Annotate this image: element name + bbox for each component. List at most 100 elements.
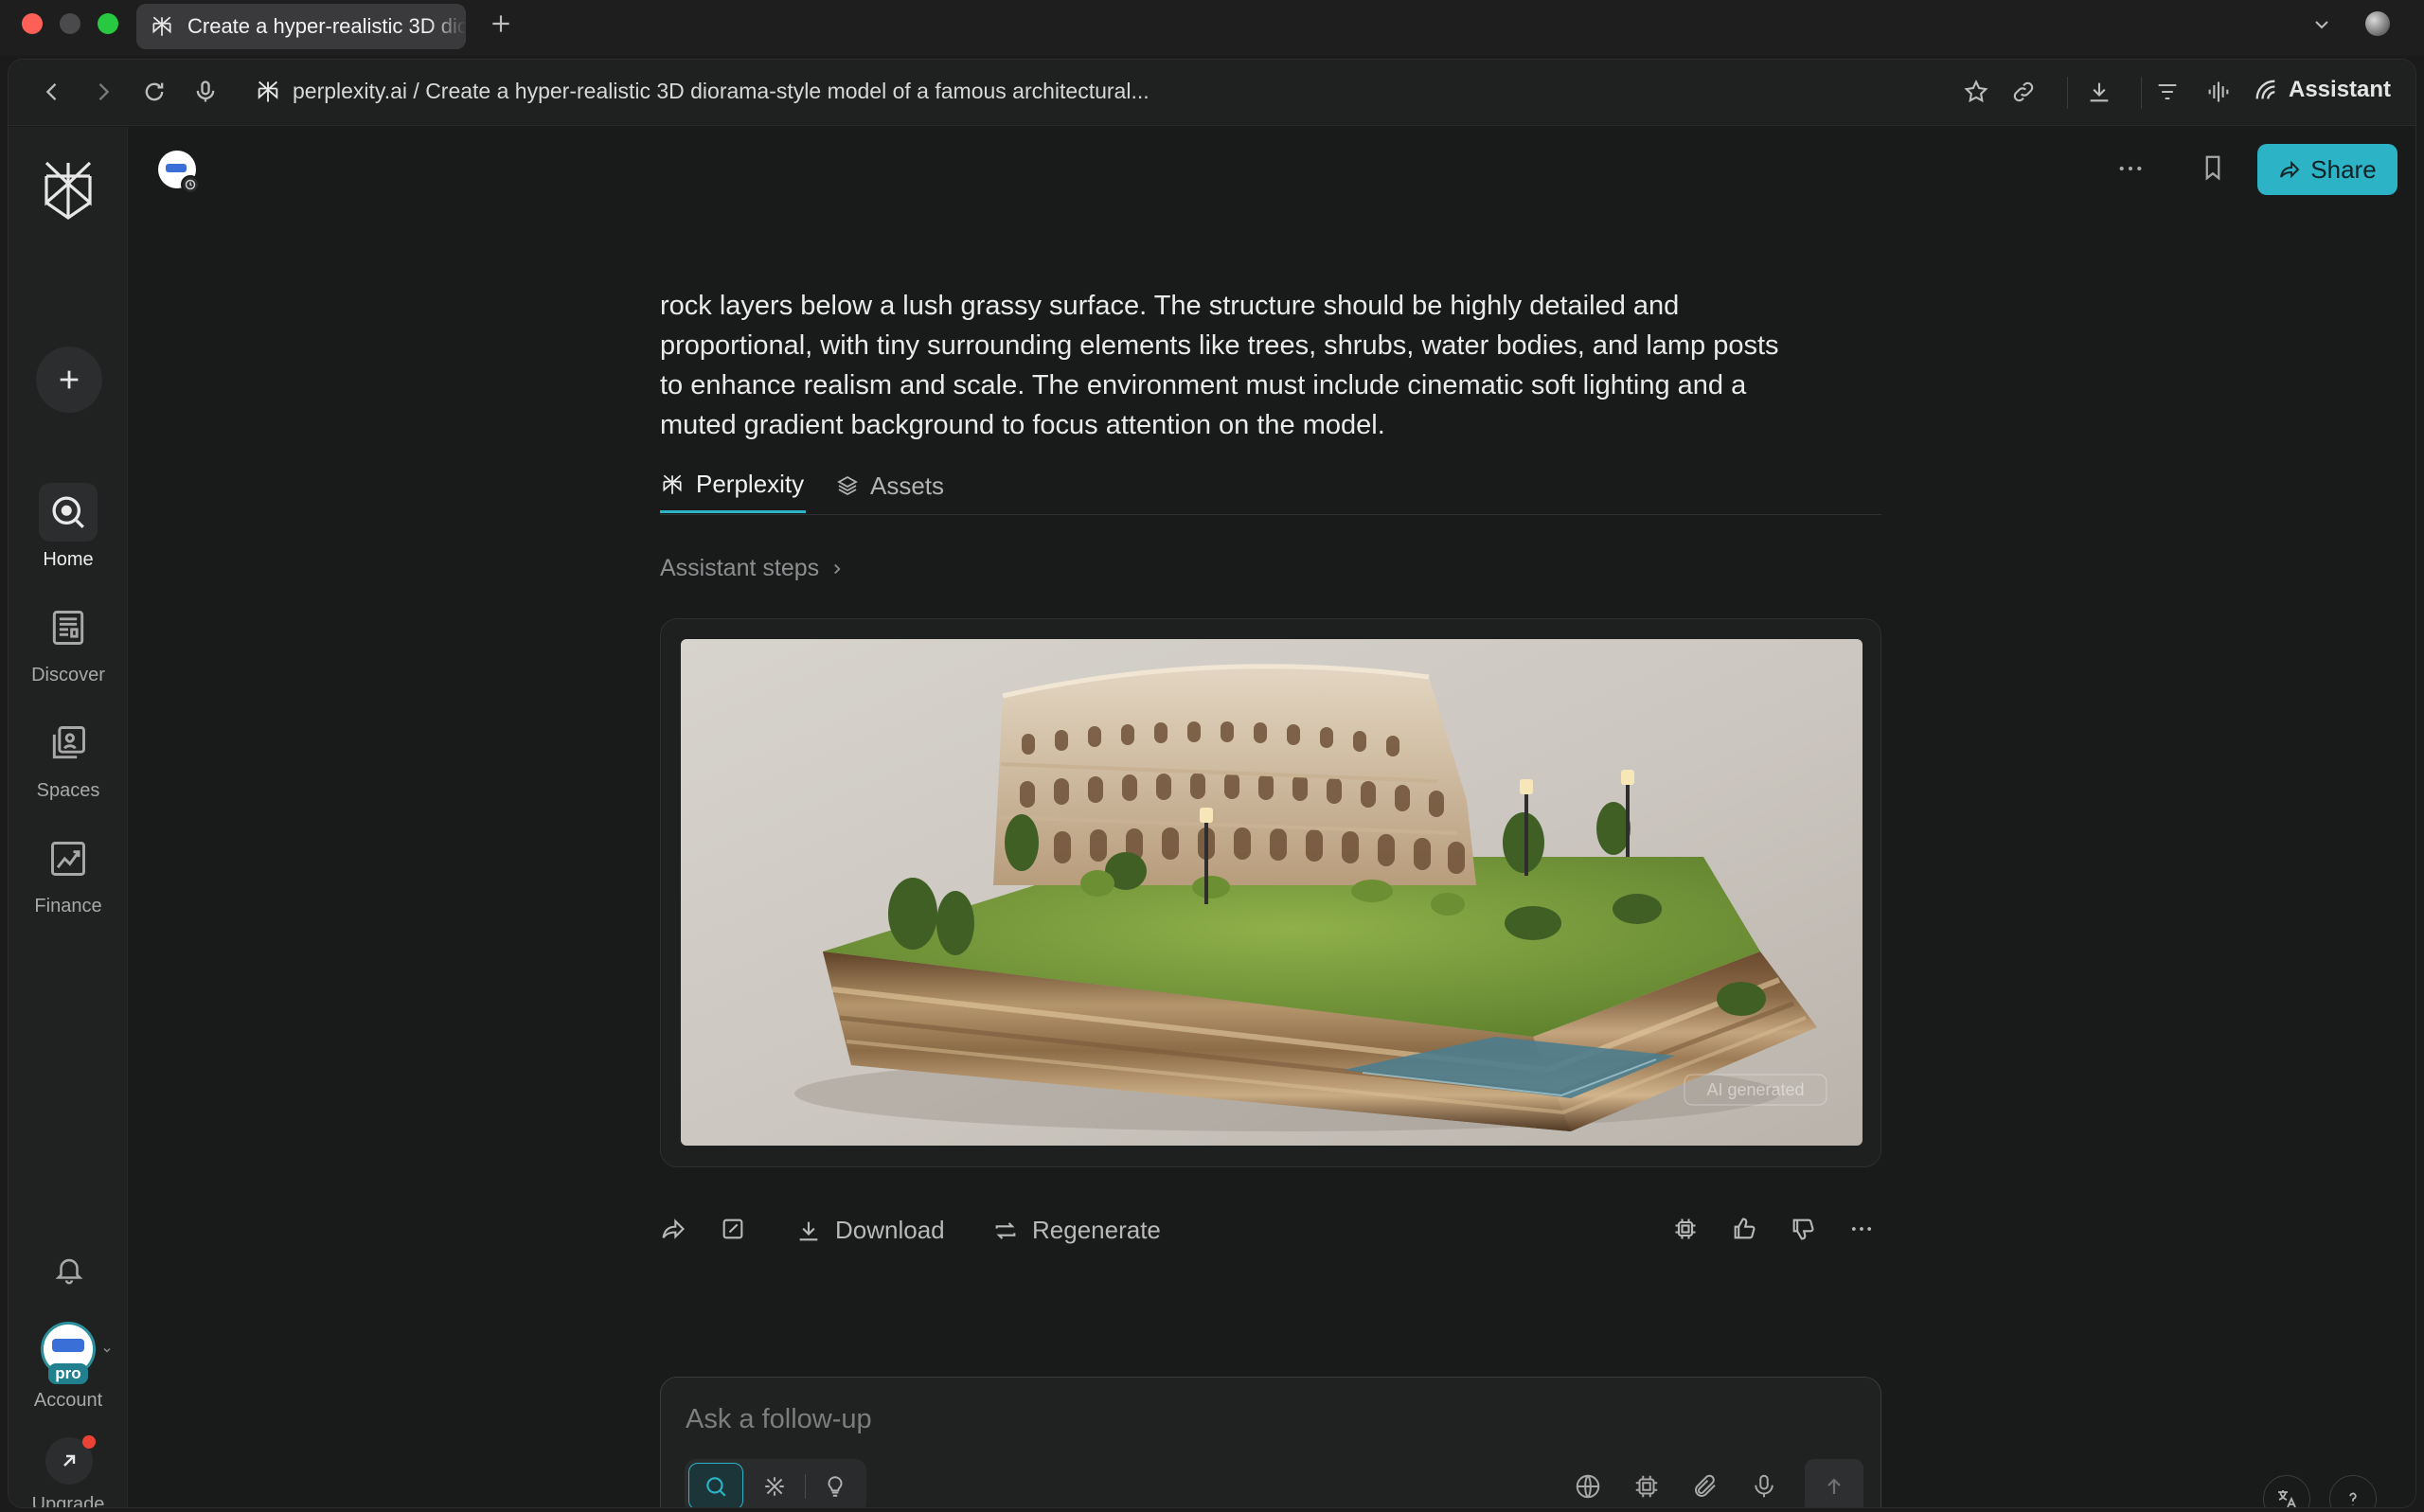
perplexity-favicon-icon [150,14,174,39]
edit-button[interactable] [720,1216,746,1242]
generated-image-card: AI generated [660,618,1881,1167]
bookmark-star-icon[interactable] [1963,79,1989,105]
assistant-label: Assistant [2289,77,2392,102]
search-mode-selector [685,1459,866,1507]
tab-assets[interactable]: Assets [836,458,944,513]
address-bar: perplexity.ai / Create a hyper-realistic… [9,60,2415,126]
model-chip-button[interactable] [1672,1216,1699,1242]
lightbulb-icon [823,1474,847,1499]
answer-more-button[interactable] [1848,1216,1875,1242]
mode-labs-button[interactable] [808,1463,863,1507]
share-arrow-icon [660,1216,686,1242]
search-icon [704,1474,728,1499]
sidebar-item-label: Finance [34,896,102,916]
assistant-steps-toggle[interactable]: Assistant steps [660,555,846,582]
pro-badge: pro [48,1363,88,1384]
sidebar-item-discover[interactable]: Discover [9,598,128,686]
browser-tab[interactable]: Create a hyper-realistic 3D diorama [136,4,466,49]
download-icon[interactable] [2086,79,2112,105]
scroll-fade [660,172,1919,191]
sidebar-item-label: Upgrade [31,1494,105,1508]
assistant-steps-label: Assistant steps [660,555,820,581]
chip-icon [1672,1216,1699,1242]
download-button[interactable]: Download [795,1216,945,1245]
help-question-icon [2343,1488,2363,1507]
thread-owner-avatar[interactable] [158,151,200,194]
sidebar-item-home[interactable]: Home [9,483,128,571]
sidebar-item-account[interactable]: Account [9,1390,128,1412]
language-button[interactable] [2263,1475,2310,1507]
download-icon [795,1218,822,1244]
avatar-graphic [52,1339,84,1352]
new-thread-button[interactable] [36,347,102,413]
microphone-icon[interactable] [1750,1472,1778,1501]
prompt-line-1: rock layers below a lush grassy surface.… [660,291,1680,321]
help-button[interactable] [2329,1475,2377,1507]
account-avatar[interactable]: pro [37,1322,111,1384]
toolbar-divider [2067,77,2068,109]
assistant-button[interactable]: Assistant [2253,77,2391,103]
translate-icon [2275,1487,2298,1507]
share-button[interactable]: Share [2257,144,2397,195]
microphone-icon[interactable] [192,79,219,105]
window-titlebar: Create a hyper-realistic 3D diorama [0,0,2424,55]
close-window-button[interactable] [22,13,43,34]
thumbs-up-icon [1731,1216,1757,1242]
ai-generated-badge: AI generated [1706,1080,1805,1099]
spaces-icon [39,714,98,773]
bookmark-icon[interactable] [2199,153,2227,182]
followup-input[interactable] [686,1400,1538,1438]
sidebar: Home Discover Spaces Finance pro Account… [9,127,128,1508]
sidebar-item-finance[interactable]: Finance [9,829,128,917]
sidebar-item-label: Discover [31,665,105,685]
share-icon [2278,158,2301,181]
arrow-up-right-icon [58,1450,80,1472]
mode-divider [805,1474,806,1499]
thumbs-down-button[interactable] [1790,1216,1816,1242]
chip-icon[interactable] [1632,1472,1661,1501]
generated-image[interactable]: AI generated [681,639,1863,1146]
more-options-icon[interactable] [2115,153,2146,184]
back-icon[interactable] [39,79,65,105]
tab-label: Perplexity [696,470,805,498]
maximize-window-button[interactable] [98,13,118,34]
tab-perplexity[interactable]: Perplexity [660,458,807,513]
globe-icon[interactable] [1574,1472,1602,1501]
followup-composer [660,1377,1881,1507]
share-answer-button[interactable] [660,1216,686,1242]
sidebar-item-label: Account [33,1390,103,1411]
sidebar-item-label: Spaces [36,780,100,801]
forward-icon[interactable] [90,79,116,105]
research-icon [762,1474,787,1499]
reader-list-icon[interactable] [2154,79,2181,105]
avatar-graphic [166,164,187,172]
mode-research-button[interactable] [747,1463,802,1507]
answer-tabs: Perplexity Assets [660,458,1881,515]
sidebar-item-spaces[interactable]: Spaces [9,714,128,802]
thumbs-up-button[interactable] [1731,1216,1757,1242]
copy-link-icon[interactable] [2010,79,2037,105]
browser-window: perplexity.ai / Create a hyper-realistic… [8,59,2416,1508]
mode-search-button[interactable] [688,1463,743,1507]
profile-avatar[interactable] [2365,11,2390,36]
audio-waveform-icon[interactable] [2205,79,2232,105]
sidebar-item-upgrade[interactable]: Upgrade [9,1494,128,1508]
notifications-bell-icon[interactable] [53,1254,85,1286]
edit-square-icon [720,1216,746,1242]
tab-list-chevron-icon[interactable] [2310,13,2333,36]
reload-icon[interactable] [141,79,168,105]
perplexity-logo-icon[interactable] [41,159,96,220]
new-tab-icon[interactable] [489,11,513,36]
regenerate-button[interactable]: Regenerate [992,1216,1161,1245]
account-chevron-icon[interactable] [101,1344,113,1356]
notification-dot [82,1435,96,1449]
sidebar-item-label: Home [43,549,94,570]
paperclip-icon[interactable] [1691,1472,1720,1501]
submit-button[interactable] [1805,1459,1863,1507]
finance-chart-icon [39,829,98,888]
more-options-icon [1848,1216,1875,1242]
perplexity-logo-icon [660,472,685,497]
url-text[interactable]: perplexity.ai / Create a hyper-realistic… [293,79,1150,104]
minimize-window-button[interactable] [60,13,80,34]
newspaper-icon [39,598,98,657]
